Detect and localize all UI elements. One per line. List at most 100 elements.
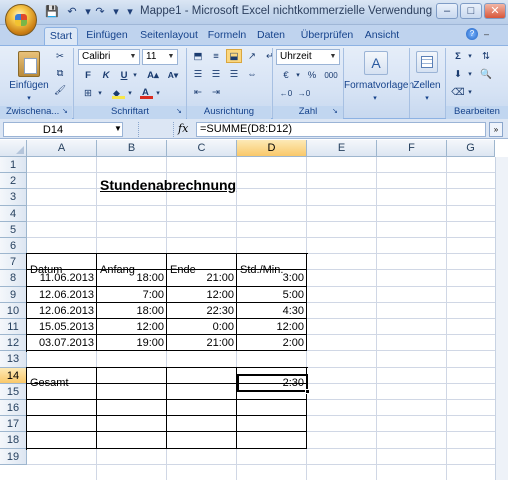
entry-hours-cell[interactable]: 3:00 <box>237 270 307 286</box>
paste-button-label[interactable]: Einfügen <box>6 79 52 93</box>
row-header-17[interactable]: 17 <box>0 416 27 433</box>
fill-color-dropdown-icon[interactable]: ▾ <box>126 86 134 100</box>
underline-button[interactable]: U <box>116 68 132 82</box>
row-header-11[interactable]: 11 <box>0 319 27 336</box>
entry-start-cell[interactable]: 18:00 <box>97 270 167 286</box>
increase-indent-icon[interactable]: ⇥ <box>208 85 224 99</box>
formula-input[interactable]: =SUMME(D8:D12) <box>196 122 486 137</box>
row-header-1[interactable]: 1 <box>0 157 27 174</box>
fill-handle[interactable] <box>305 389 310 394</box>
font-launcher-icon[interactable]: ↘ <box>176 107 184 115</box>
number-launcher-icon[interactable]: ↘ <box>332 107 340 115</box>
sheet-heading[interactable]: Stundenabrechnung <box>100 177 236 193</box>
copy-icon[interactable]: ⧉ <box>52 66 68 80</box>
number-format-select[interactable]: Uhrzeit ▼ <box>276 49 340 65</box>
row-header-18[interactable]: 18 <box>0 432 27 449</box>
borders-dropdown-icon[interactable]: ▾ <box>96 86 104 100</box>
expand-formula-bar-icon[interactable]: » <box>489 122 503 137</box>
minimize-button[interactable]: – <box>436 3 458 19</box>
font-color-dropdown-icon[interactable]: ▾ <box>154 86 162 100</box>
row-header-13[interactable]: 13 <box>0 351 27 368</box>
row-header-7[interactable]: 7 <box>0 254 27 271</box>
column-header-e[interactable]: E <box>307 140 377 157</box>
column-header-a[interactable]: A <box>27 140 97 157</box>
styles-icon[interactable]: A <box>364 51 388 75</box>
entry-start-cell[interactable]: 19:00 <box>97 335 167 351</box>
entry-start-cell[interactable]: 12:00 <box>97 319 167 335</box>
currency-format-icon[interactable]: € <box>278 68 294 82</box>
row-header-16[interactable]: 16 <box>0 400 27 417</box>
align-top-icon[interactable]: ⬒ <box>190 49 206 63</box>
tab-daten[interactable]: Daten <box>254 27 288 45</box>
column-header-f[interactable]: F <box>377 140 447 157</box>
clipboard-launcher-icon[interactable]: ↘ <box>62 107 70 115</box>
entry-start-cell[interactable]: 18:00 <box>97 303 167 319</box>
help-icon[interactable]: ? <box>466 28 478 40</box>
insert-function-icon[interactable]: fx <box>178 122 194 137</box>
tab-seitenlayout[interactable]: Seitenlayout <box>138 27 200 45</box>
bold-button[interactable]: F <box>80 68 96 82</box>
font-color-icon[interactable]: A <box>138 86 154 100</box>
styles-dropdown-icon[interactable]: ▾ <box>368 92 382 106</box>
row-header-5[interactable]: 5 <box>0 221 27 238</box>
row-header-9[interactable]: 9 <box>0 286 27 303</box>
tab-start[interactable]: Start <box>44 27 78 45</box>
entry-date-cell[interactable]: 11.06.2013 <box>27 270 97 286</box>
sort-filter-icon[interactable]: ⇅ <box>478 49 494 63</box>
entry-hours-cell[interactable]: 4:30 <box>237 303 307 319</box>
row-header-4[interactable]: 4 <box>0 205 27 222</box>
clear-icon[interactable]: ⌫ <box>450 85 466 99</box>
format-painter-icon[interactable]: 🖌 <box>52 83 68 97</box>
column-header-d[interactable]: D <box>237 140 307 157</box>
select-all-button[interactable] <box>0 140 27 157</box>
row-header-6[interactable]: 6 <box>0 238 27 255</box>
save-icon[interactable]: 💾 <box>44 5 60 19</box>
tab-ansicht[interactable]: Ansicht <box>362 27 402 45</box>
undo-icon[interactable]: ↶ <box>64 5 80 19</box>
font-family-select[interactable]: Calibri ▼ <box>78 49 140 65</box>
ribbon-minimize-icon[interactable]: – <box>484 29 494 39</box>
cells-button-label[interactable]: Zellen <box>410 79 444 93</box>
entry-end-cell[interactable]: 21:00 <box>167 270 237 286</box>
selected-cell-highlight[interactable] <box>237 374 308 392</box>
fill-dropdown-icon[interactable]: ▾ <box>466 67 474 81</box>
office-button[interactable] <box>5 4 37 36</box>
entry-end-cell[interactable]: 12:00 <box>167 287 237 303</box>
row-header-3[interactable]: 3 <box>0 189 27 206</box>
thousands-separator-button[interactable]: 000 <box>322 68 340 82</box>
entry-end-cell[interactable]: 0:00 <box>167 319 237 335</box>
entry-hours-cell[interactable]: 2:00 <box>237 335 307 351</box>
row-header-15[interactable]: 15 <box>0 383 27 400</box>
clear-dropdown-icon[interactable]: ▾ <box>466 85 474 99</box>
orientation-icon[interactable]: ↗ <box>244 49 260 63</box>
entry-end-cell[interactable]: 21:00 <box>167 335 237 351</box>
customize-quick-access-icon[interactable]: ▾ <box>122 5 138 19</box>
find-select-icon[interactable]: 🔍 <box>478 67 494 81</box>
entry-date-cell[interactable]: 15.05.2013 <box>27 319 97 335</box>
column-header-b[interactable]: B <box>97 140 167 157</box>
entry-hours-cell[interactable]: 5:00 <box>237 287 307 303</box>
font-size-select[interactable]: 11 ▼ <box>142 49 178 65</box>
tab-einfuegen[interactable]: Einfügen <box>84 27 130 45</box>
align-center-icon[interactable]: ☰ <box>208 67 224 81</box>
underline-dropdown-icon[interactable]: ▾ <box>131 68 139 82</box>
entry-end-cell[interactable]: 22:30 <box>167 303 237 319</box>
row-header-8[interactable]: 8 <box>0 270 27 287</box>
entry-start-cell[interactable]: 7:00 <box>97 287 167 303</box>
close-button[interactable]: ✕ <box>484 3 506 19</box>
row-header-2[interactable]: 2 <box>0 173 27 190</box>
row-header-19[interactable]: 19 <box>0 448 27 465</box>
cells-dropdown-icon[interactable]: ▾ <box>420 92 434 106</box>
increase-decimal-icon[interactable]: ←0 <box>278 86 294 100</box>
paste-dropdown-icon[interactable]: ▾ <box>22 92 36 106</box>
cells-icon[interactable] <box>416 51 438 73</box>
row-header-10[interactable]: 10 <box>0 302 27 319</box>
fill-color-icon[interactable]: ◆ <box>110 86 126 100</box>
align-bottom-icon[interactable]: ⬓ <box>226 49 242 63</box>
column-header-c[interactable]: C <box>167 140 237 157</box>
entry-date-cell[interactable]: 12.06.2013 <box>27 303 97 319</box>
decrease-indent-icon[interactable]: ⇤ <box>190 85 206 99</box>
shrink-font-button[interactable]: A▾ <box>164 68 182 82</box>
entry-date-cell[interactable]: 12.06.2013 <box>27 287 97 303</box>
maximize-button[interactable]: □ <box>460 3 482 19</box>
